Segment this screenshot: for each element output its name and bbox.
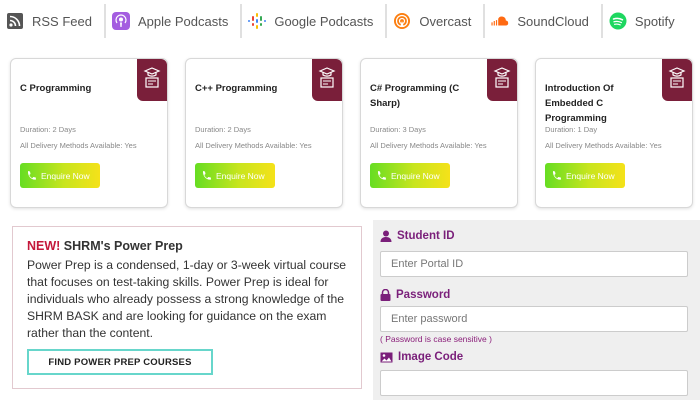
course-card: Introduction Of Embedded C Programming D… (535, 58, 693, 208)
podcast-label: SoundCloud (517, 13, 589, 29)
course-badge (662, 59, 692, 101)
lock-icon (380, 289, 391, 301)
promo-body: Power Prep is a condensed, 1-day or 3-we… (27, 258, 347, 340)
student-login-form: Student ID Password ( Password is case s… (373, 220, 700, 400)
graduation-cap-icon (143, 66, 161, 94)
course-title[interactable]: C# Programming (C Sharp) (370, 81, 482, 111)
overcast-icon (393, 12, 411, 30)
podcast-label: Overcast (419, 13, 472, 29)
new-badge: NEW! (27, 239, 61, 253)
course-badge (312, 59, 342, 101)
student-id-input[interactable] (380, 251, 688, 277)
course-delivery: All Delivery Methods Available: Yes (545, 141, 662, 150)
course-badge (487, 59, 517, 101)
phone-icon (551, 170, 561, 182)
course-duration: Duration: 2 Days (20, 125, 76, 134)
course-title[interactable]: Introduction Of Embedded C Programming (545, 81, 657, 126)
enquire-now-button[interactable]: Enquire Now (370, 163, 450, 188)
password-label: Password (380, 289, 450, 301)
graduation-cap-icon (318, 66, 336, 94)
enquire-now-label: Enquire Now (216, 170, 265, 181)
course-title[interactable]: C Programming (20, 81, 132, 96)
course-delivery: All Delivery Methods Available: Yes (195, 141, 312, 150)
user-icon (380, 230, 392, 242)
course-title[interactable]: C++ Programming (195, 81, 307, 96)
course-duration: Duration: 2 Days (195, 125, 251, 134)
student-id-label: Student ID (380, 230, 455, 242)
course-delivery: All Delivery Methods Available: Yes (370, 141, 487, 150)
promo-heading: NEW! SHRM's Power Prep (27, 239, 183, 253)
graduation-cap-icon (493, 66, 511, 94)
course-badge (137, 59, 167, 101)
podcast-label: Spotify (634, 13, 675, 29)
enquire-now-label: Enquire Now (41, 170, 90, 181)
find-power-prep-courses-button[interactable]: FIND POWER PREP COURSES (27, 349, 213, 375)
image-code-input[interactable] (380, 370, 688, 396)
enquire-now-button[interactable]: Enquire Now (20, 163, 100, 188)
image-icon (380, 352, 393, 363)
podcast-link-spotify[interactable]: Spotify (603, 4, 687, 38)
phone-icon (376, 170, 386, 182)
course-card: C++ Programming Duration: 2 Days All Del… (185, 58, 343, 208)
podcast-link-google[interactable]: Google Podcasts (242, 4, 388, 38)
podcast-link-apple[interactable]: Apple Podcasts (106, 4, 243, 38)
course-duration: Duration: 1 Day (545, 125, 598, 134)
course-delivery: All Delivery Methods Available: Yes (20, 141, 137, 150)
password-input[interactable] (380, 306, 688, 332)
apple-podcasts-icon (111, 12, 130, 30)
podcast-link-overcast[interactable]: Overcast (387, 4, 486, 38)
podcast-link-soundcloud[interactable]: SoundCloud (485, 4, 603, 38)
podcast-label: Google Podcasts (274, 13, 374, 29)
password-hint: ( Password is case sensitive ) (380, 334, 492, 344)
podcast-link-rss[interactable]: RSS Feed (0, 4, 106, 38)
course-duration: Duration: 3 Days (370, 125, 426, 134)
image-code-label-text: Image Code (398, 351, 464, 363)
course-card: C# Programming (C Sharp) Duration: 3 Day… (360, 58, 518, 208)
podcast-label: Apple Podcasts (137, 13, 229, 29)
enquire-now-label: Enquire Now (566, 170, 615, 181)
phone-icon (26, 170, 36, 182)
course-card: C Programming Duration: 2 Days All Deliv… (10, 58, 168, 208)
graduation-cap-icon (668, 66, 686, 94)
rss-icon (6, 12, 24, 30)
enquire-now-button[interactable]: Enquire Now (195, 163, 275, 188)
podcast-label: RSS Feed (32, 13, 92, 29)
enquire-now-button[interactable]: Enquire Now (545, 163, 625, 188)
enquire-now-label: Enquire Now (391, 170, 440, 181)
student-id-label-text: Student ID (397, 230, 455, 242)
soundcloud-icon (491, 12, 509, 30)
spotify-icon (609, 12, 627, 30)
podcast-nav: RSS Feed Apple Podcasts Google Podcasts … (0, 4, 700, 38)
password-label-text: Password (396, 289, 451, 301)
image-code-label: Image Code (380, 351, 463, 363)
google-podcasts-icon (248, 12, 267, 30)
phone-icon (201, 170, 211, 182)
power-prep-promo: NEW! SHRM's Power Prep Power Prep is a c… (12, 226, 362, 389)
promo-title: SHRM's Power Prep (60, 239, 183, 253)
